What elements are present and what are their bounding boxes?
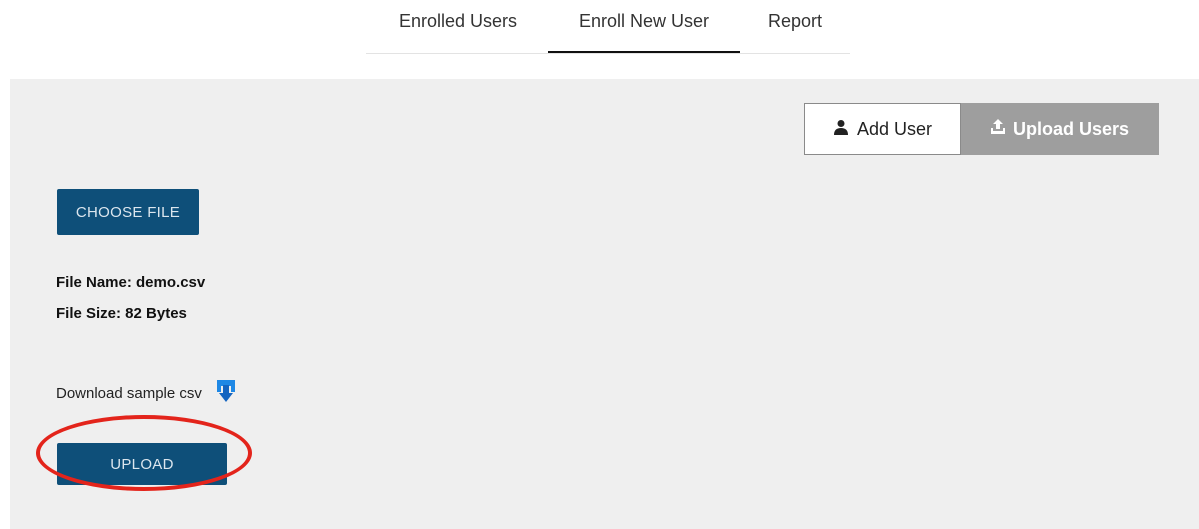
download-icon[interactable] bbox=[216, 379, 236, 407]
upload-button[interactable]: UPLOAD bbox=[57, 443, 227, 485]
upload-icon bbox=[990, 118, 1013, 140]
file-name-text: File Name: demo.csv bbox=[56, 274, 206, 291]
add-user-button[interactable]: Add User bbox=[804, 103, 961, 155]
user-icon bbox=[833, 119, 857, 140]
file-size-text: File Size: 82 Bytes bbox=[56, 305, 187, 322]
tab-enrolled-users[interactable]: Enrolled Users bbox=[366, 0, 550, 53]
upload-users-panel: Add User Upload Users CHOOSE FILE File N… bbox=[10, 79, 1199, 529]
choose-file-button[interactable]: CHOOSE FILE bbox=[57, 189, 199, 235]
mode-toggle: Add User Upload Users bbox=[804, 103, 1159, 155]
download-sample-label: Download sample csv bbox=[56, 384, 202, 402]
add-user-label: Add User bbox=[856, 118, 933, 139]
tab-enroll-new-user[interactable]: Enroll New User bbox=[548, 0, 740, 53]
upload-users-button[interactable]: Upload Users bbox=[961, 103, 1159, 155]
tab-report[interactable]: Report bbox=[740, 0, 850, 53]
tab-bar: Enrolled Users Enroll New User Report bbox=[366, 0, 850, 54]
download-sample-row: Download sample csv bbox=[56, 379, 236, 407]
upload-users-label: Upload Users bbox=[1012, 118, 1130, 139]
